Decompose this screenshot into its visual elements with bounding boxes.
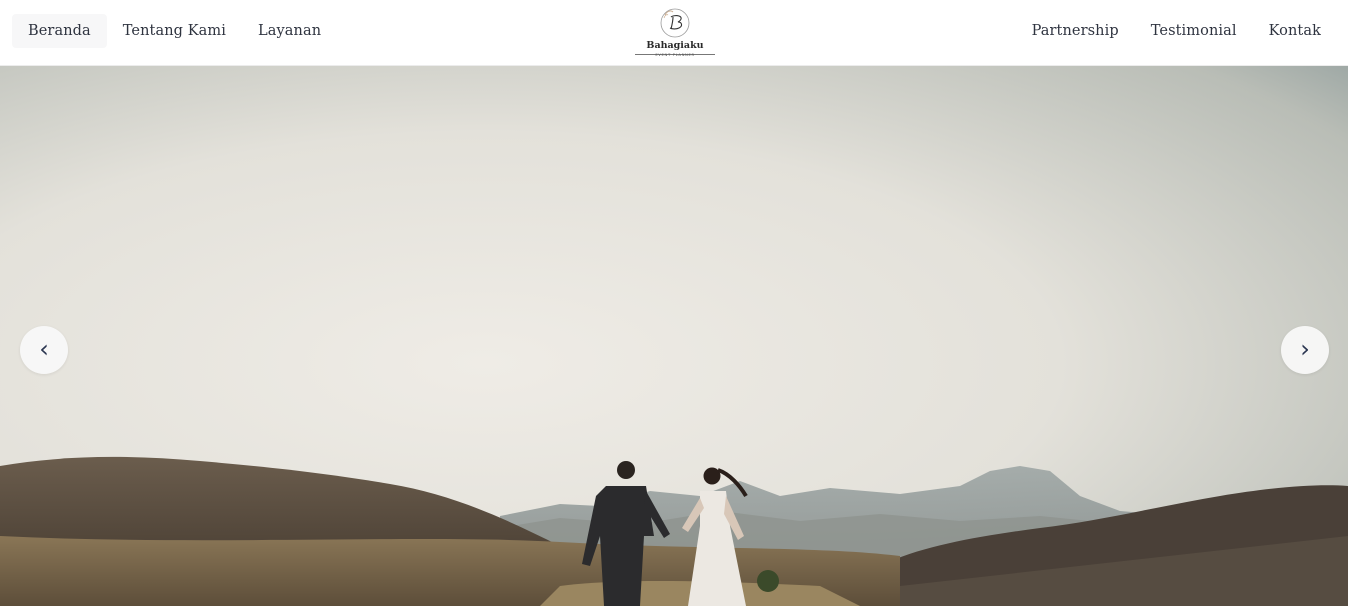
logo-name: Bahagiaku [646, 40, 704, 51]
nav-left: Beranda Tentang Kami Layanan [12, 14, 337, 48]
carousel-next-button[interactable]: › [1281, 326, 1329, 374]
nav-item-testimonial[interactable]: Testimonial [1135, 14, 1253, 48]
carousel-prev-button[interactable]: ‹ [20, 326, 68, 374]
nav-item-kontak[interactable]: Kontak [1253, 14, 1337, 48]
logo-tagline: EVENT PLANNER [655, 52, 695, 57]
nav-right: Partnership Testimonial Kontak [1016, 14, 1337, 48]
nav-item-beranda[interactable]: Beranda [12, 14, 107, 48]
nav-item-tentang-kami[interactable]: Tentang Kami [107, 14, 242, 48]
brand-logo[interactable]: Bahagiaku EVENT PLANNER [634, 6, 716, 58]
nav-item-layanan[interactable]: Layanan [242, 14, 337, 48]
logo-monogram-icon [660, 8, 690, 38]
hero-slide-image [0, 66, 1348, 606]
nav-item-partnership[interactable]: Partnership [1016, 14, 1135, 48]
site-header: Beranda Tentang Kami Layanan Bahagiaku E… [0, 0, 1348, 66]
chevron-right-icon: › [1300, 334, 1310, 363]
chevron-left-icon: ‹ [39, 334, 49, 363]
hero-carousel: ‹ › [0, 66, 1348, 606]
